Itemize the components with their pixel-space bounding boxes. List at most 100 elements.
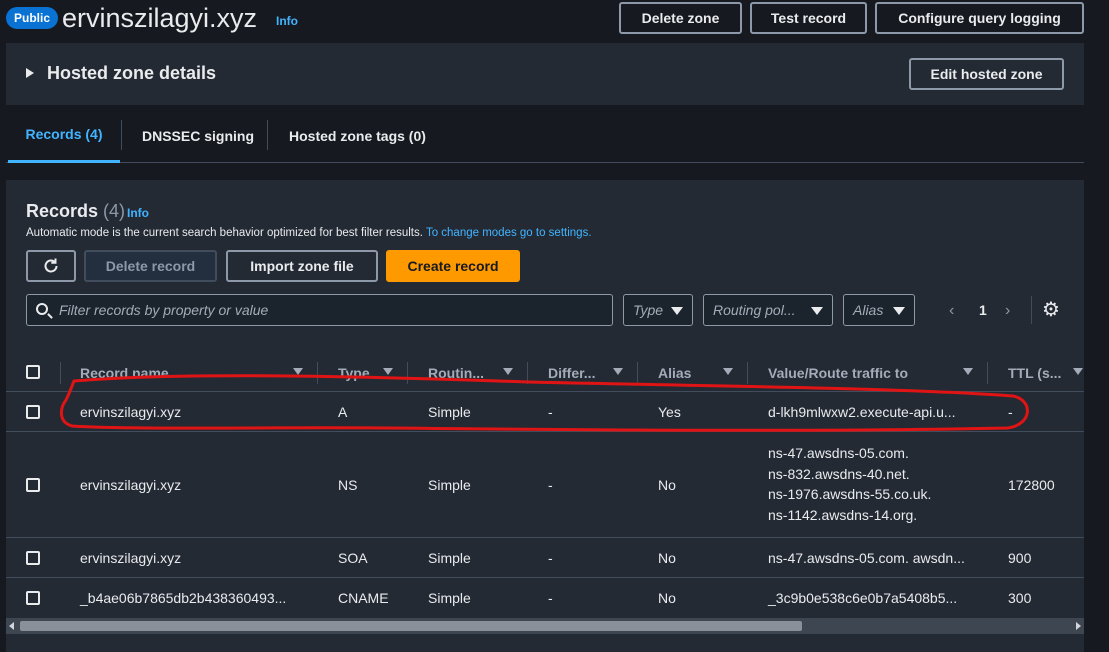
pager-divider xyxy=(1031,296,1032,324)
type-filter-select[interactable]: Type xyxy=(623,294,693,326)
routing-cell: Simple xyxy=(428,477,471,493)
value-line: ns-47.awsdns-05.com. xyxy=(768,445,909,461)
column-divider xyxy=(60,362,61,384)
edit-hosted-zone-button[interactable]: Edit hosted zone xyxy=(909,58,1064,90)
alias-cell: No xyxy=(658,477,676,493)
row-checkbox[interactable] xyxy=(26,591,40,605)
differentiator-cell: - xyxy=(548,590,553,606)
column-header-ttl[interactable]: TTL (s... xyxy=(1008,365,1061,381)
ttl-cell: - xyxy=(1008,404,1013,420)
previous-page-icon[interactable]: ‹ xyxy=(949,302,954,320)
value-cell: _3c9b0e538c6e0b7a5408b5... xyxy=(768,590,958,606)
differentiator-cell: - xyxy=(548,477,553,493)
sort-icon[interactable] xyxy=(383,368,393,375)
create-record-button[interactable]: Create record xyxy=(386,250,520,282)
expand-caret-icon[interactable] xyxy=(26,68,34,78)
records-title: Records (4) xyxy=(26,201,125,222)
record-name-cell: ervinszilagyi.xyz xyxy=(80,477,182,493)
column-divider xyxy=(317,362,318,384)
records-count: (4) xyxy=(103,201,126,221)
sort-icon[interactable] xyxy=(613,368,623,375)
details-title[interactable]: Hosted zone details xyxy=(47,63,216,84)
description-text: Automatic mode is the current search beh… xyxy=(26,227,423,239)
routing-cell: Simple xyxy=(428,590,471,606)
record-name-cell: ervinszilagyi.xyz xyxy=(80,550,182,566)
alias-cell: No xyxy=(658,550,676,566)
tab-divider xyxy=(267,120,268,150)
column-header-value[interactable]: Value/Route traffic to xyxy=(768,365,908,381)
page-title: ervinszilagyi.xyz xyxy=(62,3,258,33)
column-divider xyxy=(527,362,528,384)
row-checkbox[interactable] xyxy=(26,405,40,419)
alias-cell: No xyxy=(658,590,676,606)
value-cell: ns-47.awsdns-05.com. awsdn... xyxy=(768,550,965,566)
table-row[interactable]: ervinszilagyi.xyz NS Simple - No ns-47.a… xyxy=(6,432,1084,538)
sort-icon[interactable] xyxy=(723,368,733,375)
delete-zone-button[interactable]: Delete zone xyxy=(619,2,742,34)
current-page-number[interactable]: 1 xyxy=(979,302,987,318)
row-checkbox[interactable] xyxy=(26,551,40,565)
table-row[interactable]: ervinszilagyi.xyz A Simple - Yes d-lkh9m… xyxy=(6,392,1084,432)
sort-icon[interactable] xyxy=(963,368,973,375)
table-row[interactable]: ervinszilagyi.xyz SOA Simple - No ns-47.… xyxy=(6,538,1084,578)
column-header-routing[interactable]: Routin... xyxy=(428,365,484,381)
gear-icon[interactable]: ⚙ xyxy=(1042,300,1060,320)
search-input[interactable] xyxy=(59,295,599,325)
records-info-link[interactable]: Info xyxy=(127,206,149,220)
configure-query-logging-button[interactable]: Configure query logging xyxy=(875,2,1084,34)
ttl-cell: 900 xyxy=(1008,550,1032,566)
records-panel: Records (4) Info Automatic mode is the c… xyxy=(6,180,1084,652)
test-record-button[interactable]: Test record xyxy=(750,2,867,34)
scrollbar-thumb[interactable] xyxy=(20,621,802,631)
routing-policy-filter-select[interactable]: Routing pol... xyxy=(703,294,833,326)
refresh-button[interactable] xyxy=(26,250,76,282)
tab-records[interactable]: Records (4) xyxy=(8,108,120,163)
page-header: Public ervinszilagyi.xyz Info Delete zon… xyxy=(0,0,1109,42)
alias-cell: Yes xyxy=(658,404,681,420)
column-header-alias[interactable]: Alias xyxy=(658,365,691,381)
caret-down-icon xyxy=(671,307,683,315)
type-cell: CNAME xyxy=(338,590,389,606)
search-icon xyxy=(36,303,48,315)
column-header-record-name[interactable]: Record name xyxy=(80,365,169,381)
hosted-zone-details-panel[interactable]: Hosted zone details Edit hosted zone xyxy=(6,43,1084,105)
tab-divider xyxy=(121,120,122,150)
import-zone-file-button[interactable]: Import zone file xyxy=(226,250,378,282)
column-divider xyxy=(987,362,988,384)
select-all-checkbox[interactable] xyxy=(26,365,40,379)
info-link[interactable]: Info xyxy=(276,14,298,28)
tab-hosted-zone-tags[interactable]: Hosted zone tags (0) xyxy=(289,108,426,163)
tab-dnssec-signing[interactable]: DNSSEC signing xyxy=(142,108,254,163)
column-header-type[interactable]: Type xyxy=(338,365,370,381)
row-checkbox[interactable] xyxy=(26,478,40,492)
value-line: ns-1142.awsdns-14.org. xyxy=(768,506,918,523)
column-header-differentiator[interactable]: Differ... xyxy=(548,365,595,381)
records-title-text: Records xyxy=(26,201,99,221)
public-badge: Public xyxy=(6,7,59,29)
ttl-cell: 300 xyxy=(1008,590,1032,606)
sort-icon[interactable] xyxy=(1073,368,1083,375)
scroll-left-icon[interactable] xyxy=(9,622,14,630)
refresh-icon xyxy=(44,258,58,273)
search-mode-description: Automatic mode is the current search beh… xyxy=(26,227,592,239)
scroll-right-icon[interactable] xyxy=(1076,622,1081,630)
filter-records-search[interactable] xyxy=(26,294,613,326)
settings-link[interactable]: To change modes go to settings. xyxy=(426,227,592,239)
value-cell: ns-47.awsdns-05.com. ns-832.awsdns-40.ne… xyxy=(768,443,931,525)
value-line: ns-832.awsdns-40.net. xyxy=(768,465,910,482)
sort-icon[interactable] xyxy=(503,368,513,375)
table-row[interactable]: _b4ae06b7865db2b438360493... CNAME Simpl… xyxy=(6,578,1084,618)
delete-record-button[interactable]: Delete record xyxy=(84,250,217,282)
alias-filter-select[interactable]: Alias xyxy=(843,294,915,326)
value-line: ns-1976.awsdns-55.co.uk. xyxy=(768,486,932,502)
type-cell: A xyxy=(338,404,348,420)
routing-cell: Simple xyxy=(428,550,471,566)
tab-bar: Records (4) DNSSEC signing Hosted zone t… xyxy=(6,108,1084,163)
caret-down-icon xyxy=(893,307,905,315)
horizontal-scrollbar[interactable] xyxy=(6,618,1084,634)
type-filter-label: Type xyxy=(633,302,664,318)
next-page-icon[interactable]: › xyxy=(1005,302,1010,320)
column-divider xyxy=(407,362,408,384)
sort-icon[interactable] xyxy=(293,368,303,375)
column-divider xyxy=(637,362,638,384)
